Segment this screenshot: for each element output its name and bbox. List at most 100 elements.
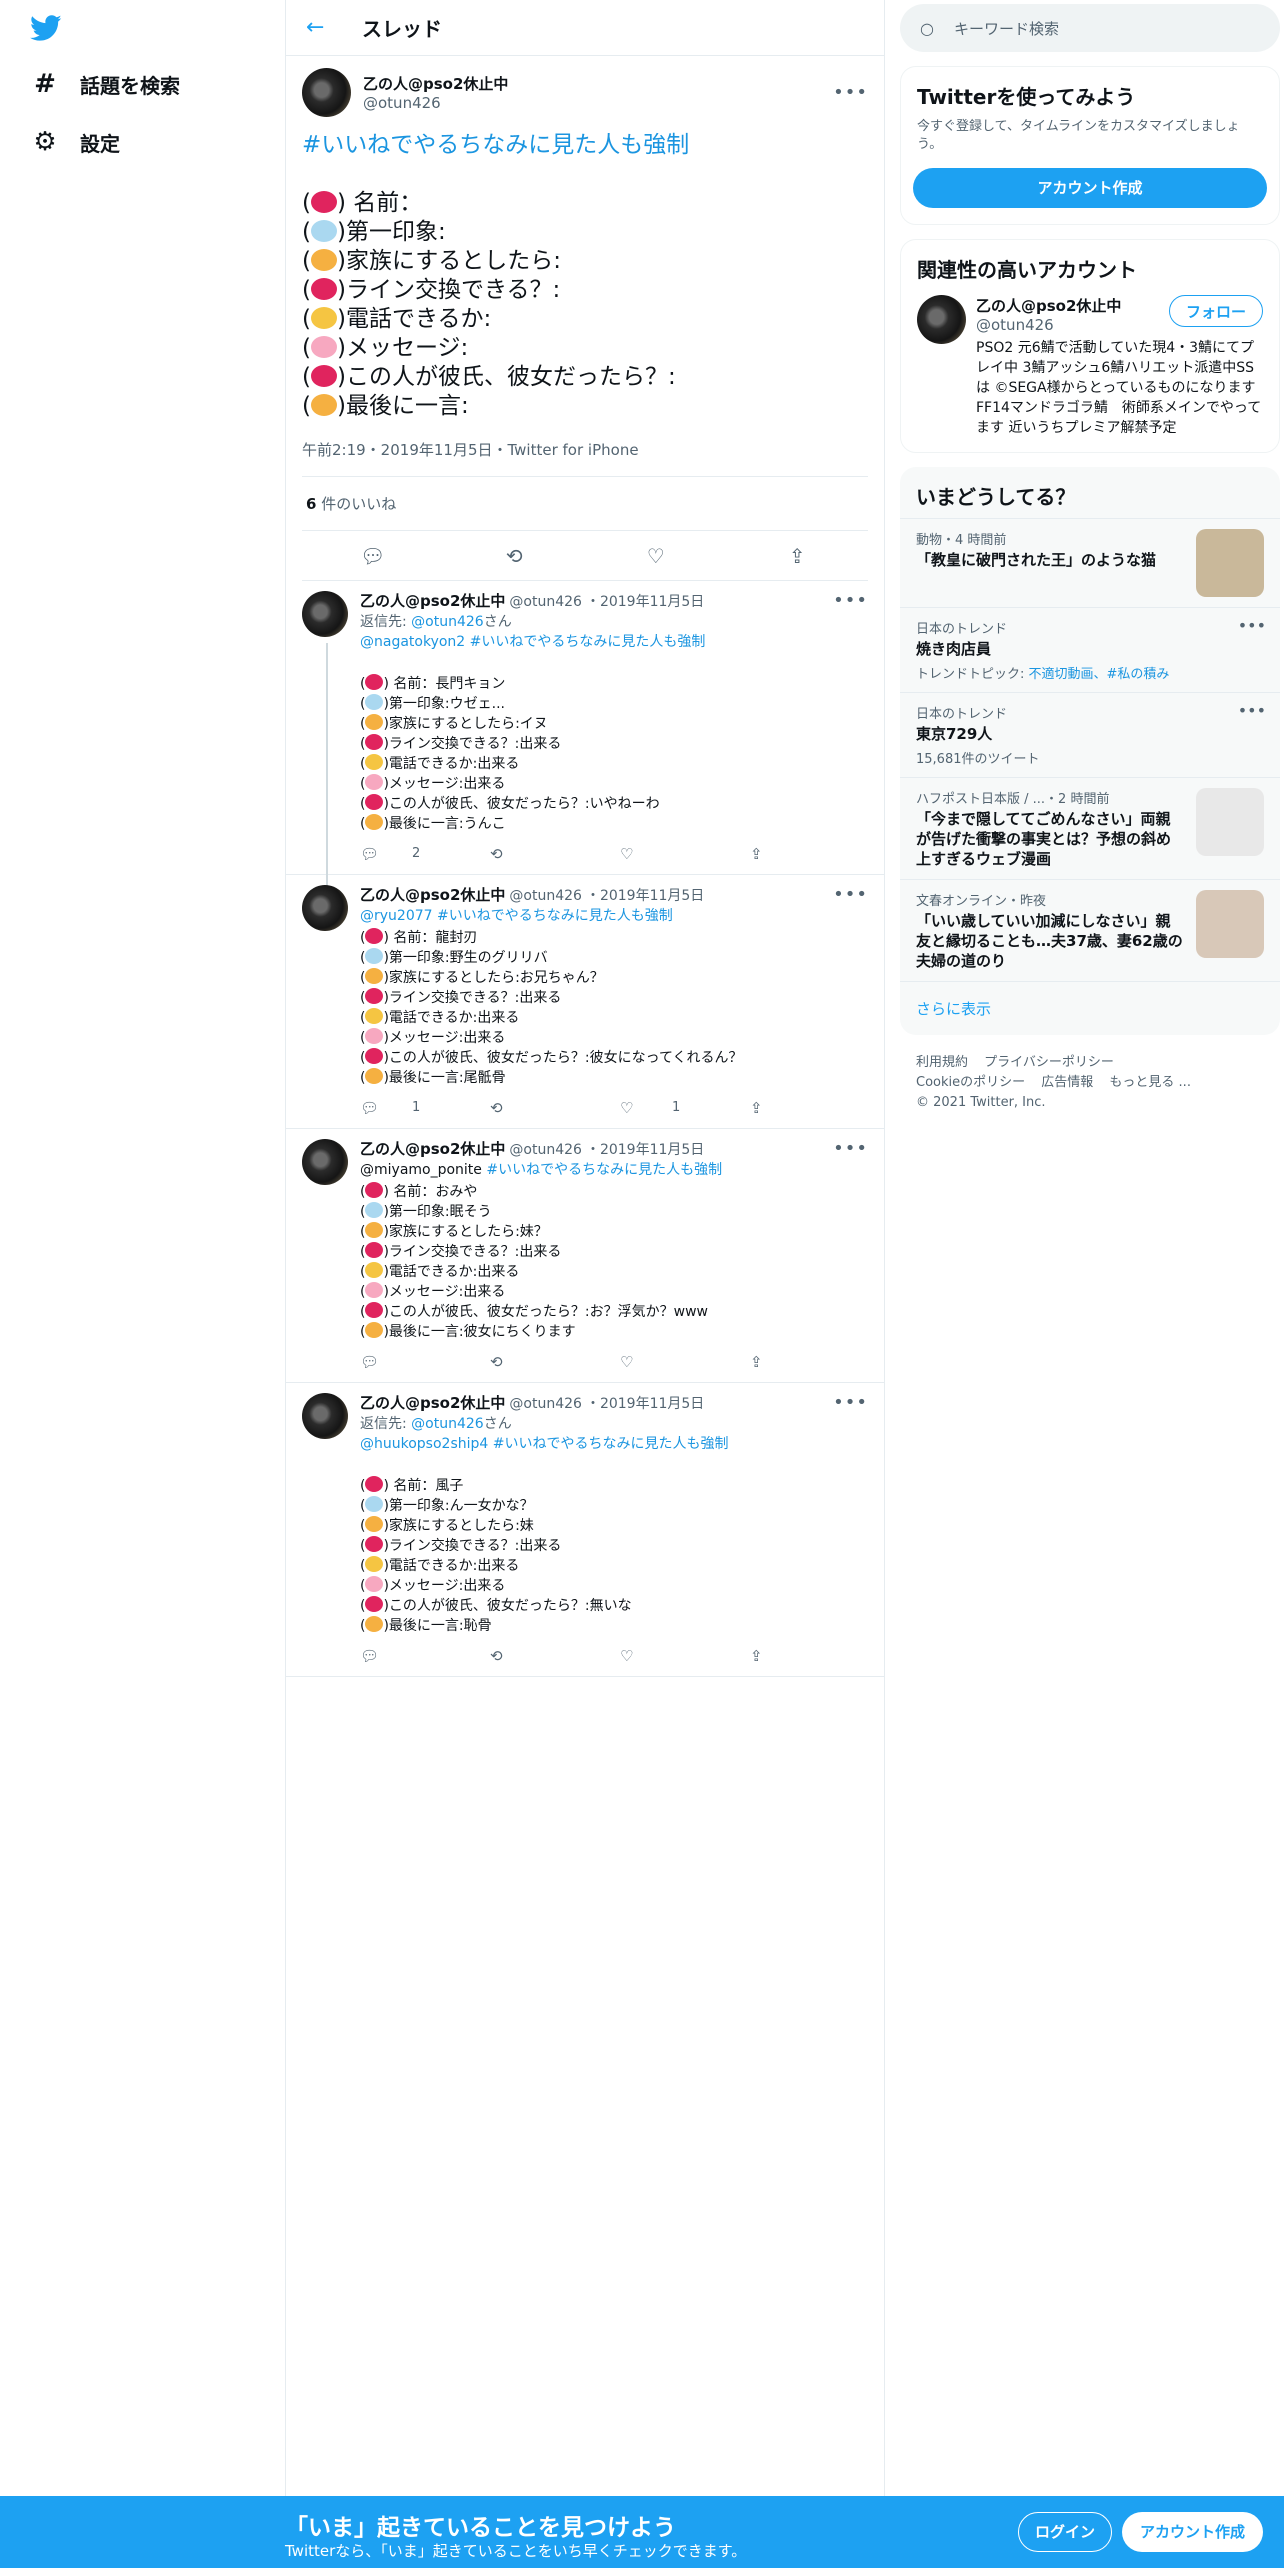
nav-settings[interactable]: ⚙ 設定: [30, 122, 120, 162]
footer-link[interactable]: Cookieのポリシー: [916, 1075, 1025, 1090]
reply-icon[interactable]: 💬︎: [353, 544, 393, 568]
retweet-action[interactable]: ⟲: [490, 844, 582, 864]
replying-to-link[interactable]: @otun426: [411, 614, 484, 630]
search-box[interactable]: ○ キーワード検索: [900, 4, 1280, 52]
author-handle[interactable]: @otun426: [509, 1394, 582, 1414]
reply-action[interactable]: 💬︎: [360, 1352, 452, 1372]
more-options-icon[interactable]: •••: [1238, 701, 1266, 720]
share-action[interactable]: ⇪: [750, 844, 790, 864]
mention-link[interactable]: @ryu2077: [360, 908, 433, 924]
trend-item[interactable]: 日本のトレンド 焼き肉店員 トレンドトピック: 不適切動画、#私の積み •••: [900, 607, 1280, 692]
avatar[interactable]: [302, 885, 348, 931]
replying-to-link[interactable]: @otun426: [411, 1416, 484, 1432]
retweet-icon[interactable]: ⟲: [490, 1098, 530, 1118]
tweet-date[interactable]: 2019年11月5日: [600, 1394, 704, 1414]
share-icon[interactable]: ⇪: [750, 844, 790, 864]
footer-link[interactable]: 広告情報: [1041, 1075, 1093, 1090]
like-icon[interactable]: ♡: [620, 1098, 660, 1118]
retweet-icon[interactable]: ⟲: [490, 1646, 530, 1666]
like-icon[interactable]: ♡: [620, 844, 660, 864]
trend-thumbnail[interactable]: [1196, 529, 1264, 597]
back-arrow-icon[interactable]: ←: [306, 15, 336, 40]
trend-topic-links[interactable]: 不適切動画、#私の積み: [1029, 667, 1170, 682]
like-icon[interactable]: ♡: [620, 1646, 660, 1666]
retweet-icon[interactable]: ⟲: [490, 1352, 530, 1372]
hashtag-link[interactable]: #いいねでやるちなみに見た人も強制: [493, 1436, 729, 1452]
footer-link[interactable]: もっと見る ...: [1109, 1075, 1191, 1090]
follow-button[interactable]: フォロー: [1168, 295, 1263, 327]
nav-explore[interactable]: # 話題を検索: [30, 64, 180, 104]
related-account[interactable]: 乙の人@pso2休止中 @otun426 フォロー PSO2 元6鯖で活動してい…: [901, 291, 1279, 452]
tweet-date[interactable]: 2019年11月5日: [600, 886, 704, 906]
avatar[interactable]: [302, 68, 351, 117]
reply-action[interactable]: 💬︎: [360, 1646, 452, 1666]
search-input[interactable]: キーワード検索: [954, 18, 1059, 39]
like-action[interactable]: ♡ 1: [620, 1098, 712, 1118]
like-icon[interactable]: ♡: [636, 544, 676, 568]
footer-link[interactable]: プライバシーポリシー: [984, 1055, 1114, 1070]
share-icon[interactable]: ⇪: [777, 544, 817, 568]
share-icon[interactable]: ⇪: [750, 1646, 790, 1666]
author-handle[interactable]: @otun426: [509, 592, 582, 612]
avatar[interactable]: [302, 1139, 348, 1185]
reply-icon[interactable]: 💬︎: [360, 1646, 400, 1666]
retweet-action[interactable]: ⟲: [490, 1098, 582, 1118]
share-icon[interactable]: ⇪: [750, 1098, 790, 1118]
related-handle[interactable]: @otun426: [976, 316, 1169, 334]
trend-item[interactable]: 日本のトレンド 東京729人 15,681件のツイート •••: [900, 692, 1280, 777]
author-handle[interactable]: @otun426: [363, 94, 833, 112]
retweet-action[interactable]: ⟲: [490, 1352, 582, 1372]
author-name[interactable]: 乙の人@pso2休止中: [360, 1393, 505, 1413]
mention-link[interactable]: @nagatokyon2: [360, 634, 465, 650]
like-action[interactable]: ♡: [620, 1646, 712, 1666]
related-name[interactable]: 乙の人@pso2休止中: [976, 295, 1169, 316]
trend-thumbnail[interactable]: [1196, 890, 1264, 958]
author-name[interactable]: 乙の人@pso2休止中: [363, 73, 833, 94]
author-handle[interactable]: @otun426: [509, 886, 582, 906]
show-more-link[interactable]: さらに表示: [900, 981, 1280, 1035]
likes-count-row[interactable]: 6 件のいいね: [302, 477, 868, 531]
hashtag-link[interactable]: #いいねでやるちなみに見た人も強制: [470, 634, 706, 650]
tweet-meta[interactable]: 午前2:19・2019年11月5日・Twitter for iPhone: [302, 439, 868, 477]
share-action[interactable]: ⇪: [750, 1098, 790, 1118]
share-action[interactable]: ⇪: [750, 1352, 790, 1372]
more-options-icon[interactable]: •••: [833, 1393, 868, 1413]
more-options-icon[interactable]: •••: [833, 82, 868, 103]
more-options-icon[interactable]: •••: [833, 591, 868, 611]
hashtag-link[interactable]: #いいねでやるちなみに見た人も強制: [302, 131, 868, 160]
author-name[interactable]: 乙の人@pso2休止中: [360, 1139, 505, 1159]
login-button[interactable]: ログイン: [1018, 2512, 1113, 2552]
more-options-icon[interactable]: •••: [833, 1139, 868, 1159]
author-handle[interactable]: @otun426: [509, 1140, 582, 1160]
tweet-date[interactable]: 2019年11月5日: [600, 1140, 704, 1160]
more-options-icon[interactable]: •••: [833, 885, 868, 905]
hashtag-link[interactable]: #いいねでやるちなみに見た人も強制: [486, 1162, 722, 1178]
reply-icon[interactable]: 💬︎: [360, 1098, 400, 1118]
hashtag-link[interactable]: #いいねでやるちなみに見た人も強制: [437, 908, 673, 924]
trend-thumbnail[interactable]: [1196, 788, 1264, 856]
trend-item[interactable]: 文春オンライン・昨夜 「いい歳していい加減にしなさい」親友と縁切ることも…夫37歳…: [900, 879, 1280, 981]
retweet-action[interactable]: ⟲: [490, 1646, 582, 1666]
tweet-date[interactable]: 2019年11月5日: [600, 592, 704, 612]
like-icon[interactable]: ♡: [620, 1352, 660, 1372]
twitter-logo-icon[interactable]: [30, 12, 62, 44]
create-account-button[interactable]: アカウント作成: [913, 168, 1267, 208]
share-action[interactable]: ⇪: [750, 1646, 790, 1666]
reply-tweet[interactable]: 乙の人@pso2休止中 @otun426 ・ 2019年11月5日 ••• @miyamo…: [286, 1129, 884, 1383]
retweet-icon[interactable]: ⟲: [494, 544, 534, 568]
like-action[interactable]: ♡: [620, 844, 712, 864]
retweet-icon[interactable]: ⟲: [490, 844, 530, 864]
footer-link[interactable]: 利用規約: [916, 1055, 968, 1070]
mention-link[interactable]: @huukopso2ship4: [360, 1436, 488, 1452]
trend-item[interactable]: ハフポスト日本版 / ...・2 時間前 「今まで隠しててごめんなさい」両親が告げ…: [900, 777, 1280, 879]
reply-tweet[interactable]: 乙の人@pso2休止中 @otun426 ・ 2019年11月5日 ••• 返信先: @o…: [286, 581, 884, 886]
author-name[interactable]: 乙の人@pso2休止中: [360, 591, 505, 611]
like-action[interactable]: ♡: [620, 1352, 712, 1372]
trend-item[interactable]: 動物・4 時間前 「教皇に破門された王」のような猫: [900, 518, 1280, 607]
author-name[interactable]: 乙の人@pso2休止中: [360, 885, 505, 905]
reply-tweet[interactable]: 乙の人@pso2休止中 @otun426 ・ 2019年11月5日 ••• @ryu207…: [286, 875, 884, 1129]
avatar[interactable]: [917, 295, 966, 344]
reply-action[interactable]: 💬︎ 2: [360, 844, 452, 864]
reply-icon[interactable]: 💬︎: [360, 1352, 400, 1372]
more-options-icon[interactable]: •••: [1238, 616, 1266, 635]
